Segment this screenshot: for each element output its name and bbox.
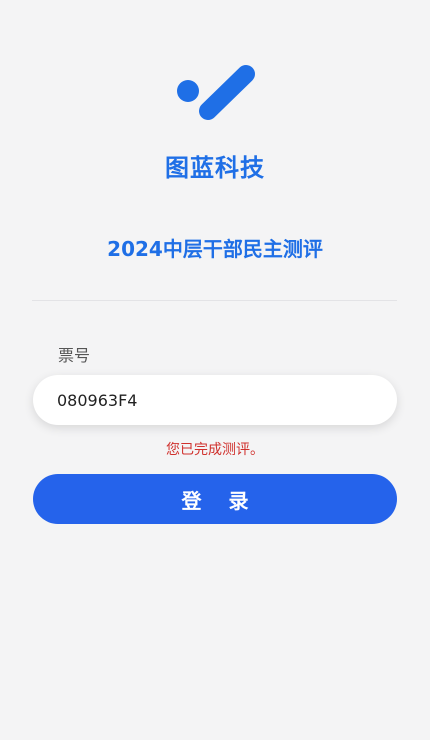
login-button[interactable]: 登 录 bbox=[33, 474, 397, 524]
error-message: 您已完成测评。 bbox=[166, 442, 264, 458]
brand-logo-icon bbox=[177, 65, 255, 120]
divider bbox=[32, 300, 397, 301]
ticket-number-input[interactable] bbox=[33, 375, 397, 425]
ticket-label: 票号 bbox=[58, 346, 91, 365]
company-name: 图蓝科技 bbox=[165, 154, 265, 182]
page-title: 2024中层干部民主测评 bbox=[107, 237, 323, 261]
